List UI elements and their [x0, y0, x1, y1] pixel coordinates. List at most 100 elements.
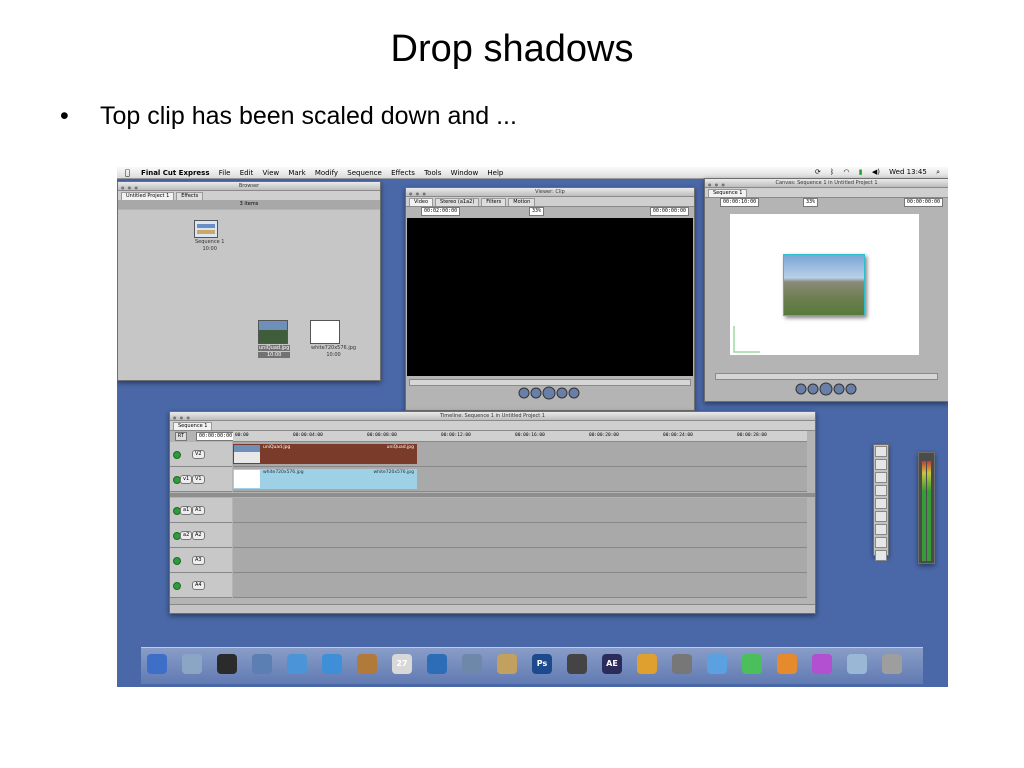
- canvas-screen[interactable]: [730, 214, 919, 355]
- window-buttons-icon[interactable]: ● ● ●: [121, 184, 139, 192]
- menu-help[interactable]: Help: [487, 168, 503, 179]
- track-label[interactable]: V2: [192, 450, 205, 459]
- apple-menu-icon[interactable]: : [125, 167, 130, 178]
- documents-icon[interactable]: [847, 654, 867, 674]
- spotlight-icon[interactable]: ⌕: [936, 167, 940, 178]
- tab-video[interactable]: Video: [409, 198, 434, 206]
- folder-orange-icon[interactable]: [777, 654, 797, 674]
- clip-thumbnail-white[interactable]: white720x576.jpg 10:00: [310, 320, 357, 358]
- canvas-titlebar[interactable]: ● ● ● Canvas: Sequence 1 in Untitled Proj…: [705, 179, 948, 188]
- selection-tool-icon[interactable]: [875, 446, 887, 457]
- track-visibility-icon[interactable]: [173, 557, 181, 565]
- timeline-ruler[interactable]: 00:00 00:00:04:00 00:00:08:00 00:00:12:0…: [233, 431, 807, 442]
- final-cut-icon[interactable]: [567, 654, 587, 674]
- track-select-tool-icon[interactable]: [875, 472, 887, 483]
- rt-menu[interactable]: RT: [175, 432, 188, 441]
- source-label[interactable]: a2: [180, 531, 193, 540]
- imovie-icon[interactable]: [497, 654, 517, 674]
- mail-icon[interactable]: [252, 654, 272, 674]
- bluetooth-icon[interactable]: ᛒ: [830, 167, 834, 178]
- after-effects-icon[interactable]: AE: [602, 654, 622, 674]
- finder-icon[interactable]: [147, 654, 167, 674]
- clip-thumbnail-uniquad[interactable]: uniQuad.jpg 10:00: [258, 320, 291, 358]
- dashboard-icon[interactable]: [217, 654, 237, 674]
- wifi-icon[interactable]: ◠: [843, 167, 849, 178]
- itunes-icon[interactable]: [427, 654, 447, 674]
- canvas-current-timecode[interactable]: 00:00:00:00: [903, 198, 943, 207]
- canvas-duration-timecode[interactable]: 00:00:10:00: [720, 198, 760, 207]
- folder-purple-icon[interactable]: [812, 654, 832, 674]
- ichat-icon[interactable]: [322, 654, 342, 674]
- tab-untitled-project[interactable]: Untitled Project 1: [121, 192, 175, 200]
- menu-file[interactable]: File: [219, 168, 231, 179]
- source-label[interactable]: a1: [180, 506, 193, 515]
- zoom-tool-icon[interactable]: [875, 524, 887, 535]
- viewer-screen[interactable]: [407, 218, 693, 376]
- tab-sequence[interactable]: Sequence 1: [173, 422, 213, 430]
- folder-blue-icon[interactable]: [707, 654, 727, 674]
- photoshop-icon[interactable]: Ps: [532, 654, 552, 674]
- tab-motion[interactable]: Motion: [508, 198, 536, 206]
- menu-modify[interactable]: Modify: [315, 168, 338, 179]
- volume-icon[interactable]: ◀): [872, 167, 880, 178]
- viewer-scrubber[interactable]: [409, 379, 691, 386]
- track-header-a4[interactable]: A4: [170, 573, 232, 598]
- preview-icon[interactable]: [182, 654, 202, 674]
- app-menu[interactable]: Final Cut Express: [141, 168, 209, 179]
- canvas-scrubber[interactable]: [715, 373, 938, 380]
- track-label[interactable]: A1: [192, 506, 205, 515]
- window-buttons-icon[interactable]: ● ● ●: [708, 181, 726, 189]
- track-label[interactable]: V1: [192, 475, 205, 484]
- viewer-current-timecode[interactable]: 00:00:00:00: [649, 207, 689, 216]
- track-a1[interactable]: [233, 498, 807, 523]
- flag-icon[interactable]: ▮: [859, 167, 863, 178]
- trash-icon[interactable]: [882, 654, 902, 674]
- ical-icon[interactable]: 27: [392, 654, 412, 674]
- track-label[interactable]: A4: [192, 581, 205, 590]
- razor-tool-icon[interactable]: [875, 511, 887, 522]
- menu-edit[interactable]: Edit: [240, 168, 254, 179]
- menu-effects[interactable]: Effects: [391, 168, 415, 179]
- window-buttons-icon[interactable]: ● ● ●: [173, 414, 191, 422]
- address-book-icon[interactable]: [357, 654, 377, 674]
- sync-icon[interactable]: ⟳: [815, 167, 821, 178]
- timeline-titlebar[interactable]: ● ● ● Timeline: Sequence 1 in Untitled Pr…: [170, 412, 815, 421]
- tab-filters[interactable]: Filters: [481, 198, 507, 206]
- garageband-icon[interactable]: [637, 654, 657, 674]
- tab-effects[interactable]: Effects: [176, 192, 204, 200]
- track-header-a2[interactable]: a2 A2: [170, 523, 232, 548]
- track-header-v1[interactable]: v1 V1: [170, 467, 232, 492]
- track-divider[interactable]: [170, 493, 815, 497]
- tab-stereo[interactable]: Stereo (a1a2): [435, 198, 480, 206]
- pen-tool-icon[interactable]: [875, 550, 887, 561]
- menu-sequence[interactable]: Sequence: [347, 168, 382, 179]
- track-v1[interactable]: white720x576.jpg white720x576.jpg: [233, 467, 807, 492]
- track-v2[interactable]: uniQuad.jpg uniQuad.jpg: [233, 442, 807, 467]
- sequence-thumbnail[interactable]: Sequence 1 10:00: [194, 220, 225, 252]
- slip-tool-icon[interactable]: [875, 498, 887, 509]
- canvas-transport-icon[interactable]: [793, 382, 863, 396]
- system-preferences-icon[interactable]: [672, 654, 692, 674]
- crop-tool-icon[interactable]: [875, 537, 887, 548]
- track-a3[interactable]: [233, 548, 807, 573]
- track-header-v2[interactable]: V2: [170, 442, 232, 467]
- track-label[interactable]: A3: [192, 556, 205, 565]
- source-label[interactable]: v1: [180, 475, 193, 484]
- iphoto-icon[interactable]: [462, 654, 482, 674]
- menu-tools[interactable]: Tools: [424, 168, 441, 179]
- menu-window[interactable]: Window: [451, 168, 479, 179]
- scaled-clip-image[interactable]: [783, 254, 865, 316]
- viewer-zoom-select[interactable]: 33%: [529, 207, 545, 216]
- timeline-timecode[interactable]: 00:00:00:00: [196, 432, 236, 441]
- track-a2[interactable]: [233, 523, 807, 548]
- canvas-zoom-select[interactable]: 33%: [803, 198, 819, 207]
- clock[interactable]: Wed 13:45: [889, 167, 927, 178]
- tab-sequence[interactable]: Sequence 1: [708, 189, 748, 197]
- clip-uniquad[interactable]: uniQuad.jpg uniQuad.jpg: [233, 444, 417, 464]
- track-header-a3[interactable]: A3: [170, 548, 232, 573]
- track-header-a1[interactable]: a1 A1: [170, 498, 232, 523]
- folder-green-icon[interactable]: [742, 654, 762, 674]
- roll-tool-icon[interactable]: [875, 485, 887, 496]
- track-label[interactable]: A2: [192, 531, 205, 540]
- menu-view[interactable]: View: [263, 168, 280, 179]
